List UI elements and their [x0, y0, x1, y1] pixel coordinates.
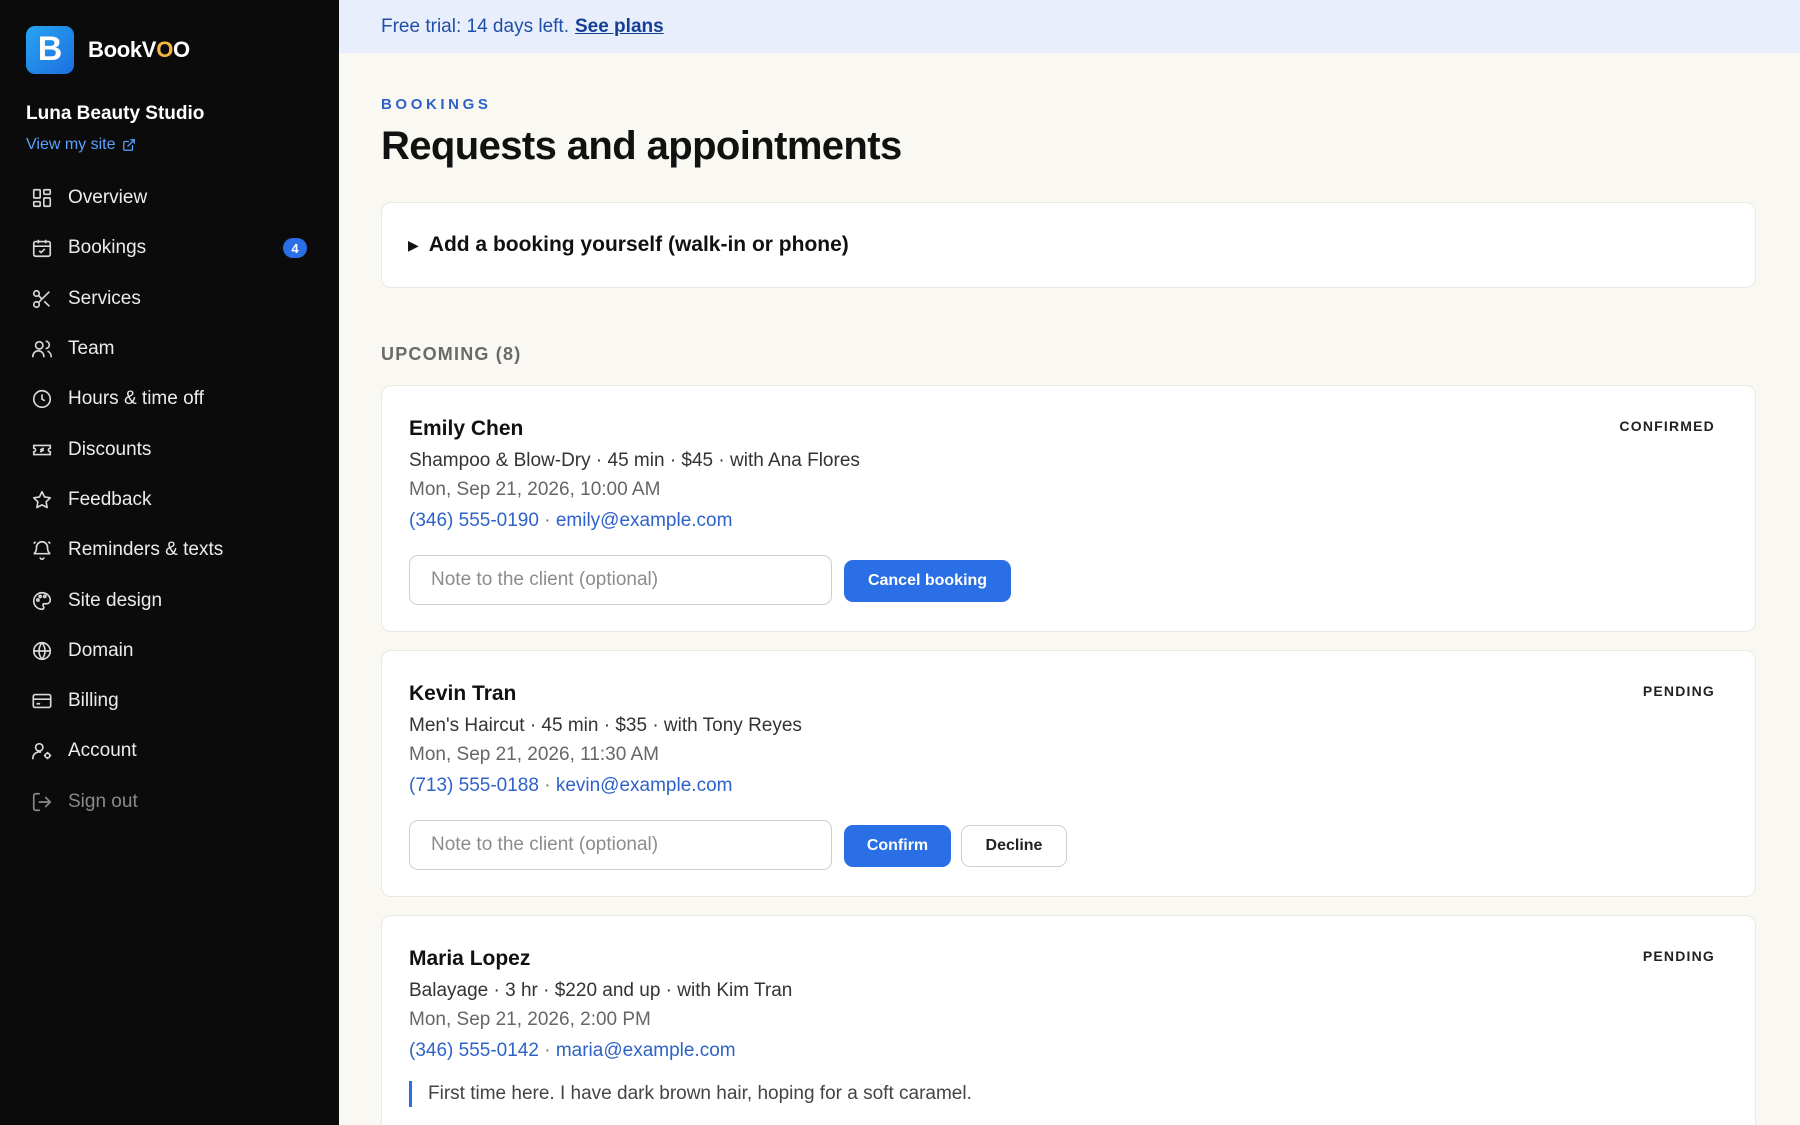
grid-icon: [30, 186, 54, 210]
decline-button[interactable]: Decline: [961, 825, 1067, 867]
logout-icon: [30, 790, 54, 814]
client-note-input[interactable]: [409, 555, 832, 605]
service-details: Balayage · 3 hr · $220 and up · with Kim…: [409, 980, 793, 1001]
calendar-icon: [30, 236, 54, 260]
trial-text: Free trial: 14 days left.: [381, 15, 569, 37]
sidebar-item-discounts[interactable]: Discounts: [30, 424, 310, 474]
disclosure-triangle-icon: ▶: [408, 236, 419, 253]
brand[interactable]: B BookVOO: [26, 26, 190, 74]
confirm-button[interactable]: Confirm: [844, 825, 951, 867]
appointment-time: Mon, Sep 21, 2026, 2:00 PM: [409, 1009, 651, 1030]
view-my-site-link[interactable]: View my site: [26, 136, 136, 154]
sidebar-item-account[interactable]: Account: [30, 726, 310, 776]
client-name: Emily Chen: [409, 417, 524, 440]
sidebar-item-bookings[interactable]: Bookings 4: [30, 223, 310, 273]
client-phone-link[interactable]: (713) 555-0188: [409, 775, 539, 796]
bookings-count-badge: 4: [283, 238, 307, 259]
client-email-link[interactable]: maria@example.com: [556, 1040, 736, 1061]
client-name: Kevin Tran: [409, 682, 517, 705]
appointment-time: Mon, Sep 21, 2026, 10:00 AM: [409, 479, 661, 500]
status-badge: PENDING: [1642, 948, 1715, 964]
status-badge: PENDING: [1642, 683, 1715, 699]
page-eyebrow: BOOKINGS: [381, 96, 492, 113]
sidebar-item-overview[interactable]: Overview: [30, 173, 310, 223]
sidebar-item-team[interactable]: Team: [30, 324, 310, 374]
booking-card: Emily Chen CONFIRMED Shampoo & Blow-Dry …: [381, 385, 1756, 632]
users-icon: [30, 337, 54, 361]
bookvoo-logo-icon: B: [26, 26, 74, 74]
client-contact: (346) 555-0190 · emily@example.com: [409, 510, 733, 531]
upcoming-heading: UPCOMING (8): [381, 344, 522, 364]
user-gear-icon: [30, 739, 54, 763]
page-title: Requests and appointments: [381, 124, 902, 168]
sidebar-item-reminders[interactable]: Reminders & texts: [30, 525, 310, 575]
sidebar-item-sign-out[interactable]: Sign out: [30, 777, 310, 827]
brand-name: BookVOO: [88, 37, 190, 62]
scissors-icon: [30, 287, 54, 311]
client-name: Maria Lopez: [409, 947, 531, 970]
see-plans-link[interactable]: See plans: [575, 16, 664, 38]
ticket-icon: [30, 438, 54, 462]
clock-icon: [30, 387, 54, 411]
star-icon: [30, 488, 54, 512]
client-email-link[interactable]: kevin@example.com: [556, 775, 733, 796]
client-note-input[interactable]: [409, 820, 832, 870]
client-email-link[interactable]: emily@example.com: [556, 510, 733, 531]
sidebar: B BookVOO Luna Beauty Studio View my sit…: [0, 0, 339, 1125]
client-phone-link[interactable]: (346) 555-0190: [409, 510, 539, 531]
appointment-time: Mon, Sep 21, 2026, 11:30 AM: [409, 744, 659, 765]
sidebar-item-feedback[interactable]: Feedback: [30, 475, 310, 525]
booking-card: Maria Lopez PENDING Balayage · 3 hr · $2…: [381, 915, 1756, 1125]
credit-card-icon: [30, 689, 54, 713]
sidebar-item-hours[interactable]: Hours & time off: [30, 374, 310, 424]
sidebar-item-services[interactable]: Services: [30, 274, 310, 324]
sidebar-item-billing[interactable]: Billing: [30, 676, 310, 726]
status-badge: CONFIRMED: [1619, 418, 1715, 434]
add-booking-toggle[interactable]: ▶ Add a booking yourself (walk-in or pho…: [381, 202, 1756, 288]
external-link-icon: [122, 139, 135, 151]
sidebar-item-site-design[interactable]: Site design: [30, 575, 310, 625]
globe-icon: [30, 639, 54, 663]
bell-icon: [30, 538, 54, 562]
client-contact: (346) 555-0142 · maria@example.com: [409, 1040, 736, 1061]
palette-icon: [30, 589, 54, 613]
sidebar-item-domain[interactable]: Domain: [30, 626, 310, 676]
service-details: Shampoo & Blow-Dry · 45 min · $45 · with…: [409, 450, 860, 471]
booking-card: Kevin Tran PENDING Men's Haircut · 45 mi…: [381, 650, 1756, 897]
cancel-booking-button[interactable]: Cancel booking: [844, 560, 1011, 602]
studio-name: Luna Beauty Studio: [26, 103, 205, 124]
service-details: Men's Haircut · 45 min · $35 · with Tony…: [409, 715, 802, 736]
trial-banner: Free trial: 14 days left. See plans: [339, 0, 1800, 53]
client-contact: (713) 555-0188 · kevin@example.com: [409, 775, 733, 796]
sidebar-nav: Overview Bookings 4 Services Team Hours …: [30, 173, 310, 827]
client-phone-link[interactable]: (346) 555-0142: [409, 1040, 539, 1061]
client-message: First time here. I have dark brown hair,…: [409, 1081, 972, 1107]
